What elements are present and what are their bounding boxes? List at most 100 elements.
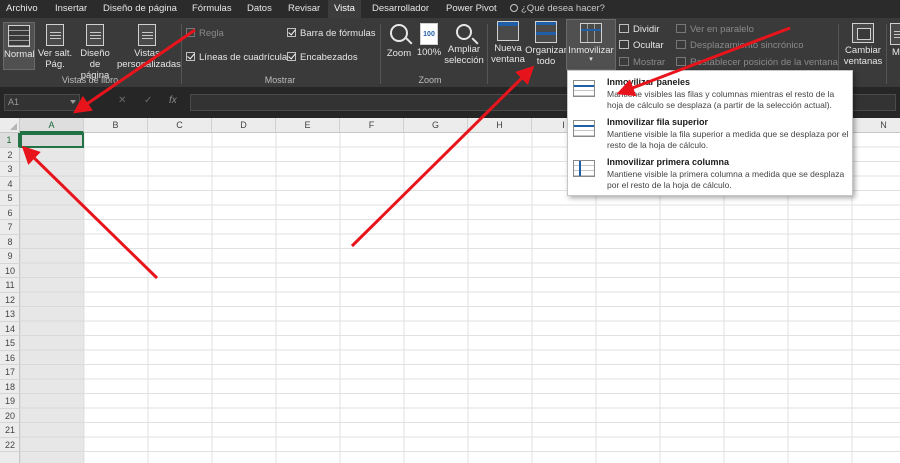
column-header-c[interactable]: C [148, 118, 212, 133]
menu-item-title: Inmovilizar fila superior [607, 117, 709, 127]
row-header-8[interactable]: 8 [0, 235, 20, 249]
column-header-a[interactable]: A [20, 118, 84, 133]
row-header-4[interactable]: 4 [0, 177, 20, 191]
tab-diseno-pagina[interactable]: Diseño de página [103, 0, 177, 18]
arrange-all-label: Organizar todo [525, 45, 567, 67]
unhide-label: Mostrar [633, 57, 666, 68]
row-header-1[interactable]: 1 [0, 133, 20, 148]
row-header-10[interactable]: 10 [0, 264, 20, 278]
row-header-13[interactable]: 13 [0, 307, 20, 322]
row-header-14[interactable]: 14 [0, 322, 20, 336]
gridlines-label: Líneas de cuadrícula [199, 52, 288, 63]
menu-item-title: Inmovilizar paneles [607, 77, 691, 87]
row-header-16[interactable]: 16 [0, 351, 20, 365]
tab-insertar[interactable]: Insertar [55, 0, 87, 18]
reset-position-icon [676, 57, 686, 66]
headings-box [287, 52, 296, 61]
unhide-icon [619, 57, 629, 66]
row-header-19[interactable]: 19 [0, 394, 20, 409]
tab-datos[interactable]: Datos [247, 0, 272, 18]
gridlines-checkbox[interactable]: Líneas de cuadrícula [186, 52, 287, 64]
enter-icon[interactable]: ✓ [144, 95, 152, 106]
menu-item-description: Mantiene visibles las filas y columnas m… [607, 89, 835, 110]
unhide-button[interactable]: Mostrar [619, 57, 665, 69]
split-icon [619, 24, 629, 33]
custom-views-label: Vistas personalizadas [117, 48, 181, 70]
page-layout-icon [86, 24, 104, 46]
macros-button[interactable]: M [889, 23, 900, 58]
new-window-button[interactable]: Nueva ventana [490, 21, 526, 65]
page-layout-button[interactable]: Diseño de página [76, 24, 114, 81]
zoom-label: Zoom [386, 48, 412, 59]
row-header-18[interactable]: 18 [0, 380, 20, 394]
cancel-icon[interactable]: ✕ [118, 95, 126, 106]
normal-view-button[interactable]: Normal [3, 22, 35, 70]
row-header-20[interactable]: 20 [0, 409, 20, 423]
menu-item-freeze-panes[interactable]: Inmovilizar paneles Mantiene visibles la… [568, 73, 852, 111]
tell-me-search[interactable]: ¿Qué desea hacer? [510, 0, 605, 18]
row-header-12[interactable]: 12 [0, 293, 20, 307]
column-header-e[interactable]: E [276, 118, 340, 133]
row-header-21[interactable]: 21 [0, 423, 20, 438]
split-button[interactable]: Dividir [619, 24, 659, 36]
tab-vista[interactable]: Vista [328, 0, 361, 18]
menu-item-freeze-first-column[interactable]: Inmovilizar primera columna Mantiene vis… [568, 153, 852, 191]
regla-checkbox[interactable]: Regla [186, 28, 224, 40]
reset-position-button[interactable]: Restablecer posición de la ventana [676, 57, 838, 69]
insert-function-icon[interactable]: fx [169, 95, 177, 106]
row-header-2[interactable]: 2 [0, 148, 20, 162]
menu-item-title: Inmovilizar primera columna [607, 157, 730, 167]
view-side-by-side-button[interactable]: Ver en paralelo [676, 24, 754, 36]
column-header-b[interactable]: B [84, 118, 148, 133]
tab-formulas[interactable]: Fórmulas [192, 0, 232, 18]
macros-icon [890, 23, 900, 45]
custom-views-icon [138, 24, 156, 46]
row-header-9[interactable]: 9 [0, 249, 20, 264]
name-box[interactable]: A1 [4, 94, 80, 111]
formula-bar-checkbox[interactable]: Barra de fórmulas [287, 28, 376, 40]
hide-button[interactable]: Ocultar [619, 40, 664, 52]
freeze-top-row-icon [573, 120, 595, 137]
group-label-zoom: Zoom [418, 75, 442, 85]
name-box-value: A1 [8, 97, 20, 107]
arrange-all-button[interactable]: Organizar todo [525, 21, 567, 67]
menu-bar: Archivo Insertar Diseño de página Fórmul… [0, 0, 900, 18]
custom-views-button[interactable]: Vistas personalizadas [117, 24, 181, 70]
tab-revisar[interactable]: Revisar [288, 0, 320, 18]
row-header-22[interactable]: 22 [0, 438, 20, 452]
group-label-mostrar: Mostrar [264, 75, 296, 85]
column-header-h[interactable]: H [468, 118, 532, 133]
row-header-15[interactable]: 15 [0, 336, 20, 351]
freeze-panes-button[interactable]: Inmovilizar ▾ [566, 19, 616, 70]
column-header-f[interactable]: F [340, 118, 404, 133]
column-header-d[interactable]: D [212, 118, 276, 133]
row-header-11[interactable]: 11 [0, 278, 20, 293]
select-all-corner[interactable] [0, 118, 20, 133]
page-break-preview-button[interactable]: Ver salt. Pág. [37, 24, 73, 70]
active-cell[interactable] [20, 133, 84, 148]
column-header-n[interactable]: N [852, 118, 900, 133]
zoom-selection-icon [456, 24, 472, 40]
sync-scroll-button[interactable]: Desplazamiento sincrónico [676, 40, 804, 52]
row-header-6[interactable]: 6 [0, 206, 20, 220]
switch-windows-icon [852, 23, 874, 43]
row-header-7[interactable]: 7 [0, 220, 20, 235]
tab-power-pivot[interactable]: Power Pivot [446, 0, 497, 18]
freeze-panes-label: Inmovilizar [568, 45, 614, 56]
switch-windows-button[interactable]: Cambiar ventanas [842, 23, 884, 67]
tab-archivo[interactable]: Archivo [6, 0, 38, 18]
hide-label: Ocultar [633, 40, 664, 51]
headings-checkbox[interactable]: Encabezados [287, 52, 358, 64]
zoom-button[interactable]: Zoom [384, 23, 414, 59]
row-header-17[interactable]: 17 [0, 365, 20, 380]
row-header-5[interactable]: 5 [0, 191, 20, 206]
menu-item-freeze-top-row[interactable]: Inmovilizar fila superior Mantiene visib… [568, 113, 852, 151]
row-header-3[interactable]: 3 [0, 162, 20, 177]
group-label-vistas: Vistas de libro [61, 75, 119, 85]
column-header-g[interactable]: G [404, 118, 468, 133]
headings-label: Encabezados [300, 52, 358, 63]
reset-position-label: Restablecer posición de la ventana [690, 57, 838, 68]
zoom-100-button[interactable]: 100 100% [416, 23, 442, 58]
tab-desarrollador[interactable]: Desarrollador [372, 0, 429, 18]
zoom-selection-button[interactable]: Ampliar selección [444, 23, 484, 66]
